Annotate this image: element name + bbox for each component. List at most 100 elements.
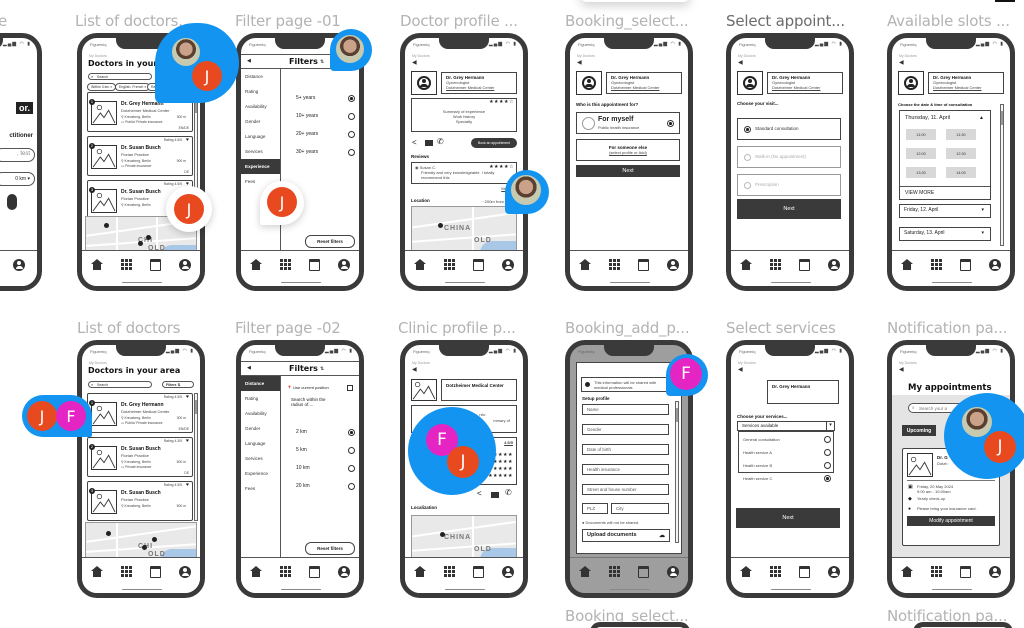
visit-radio[interactable] (744, 126, 751, 133)
filter-category-language[interactable]: Language (241, 129, 280, 144)
apps-grid-icon[interactable] (121, 259, 132, 270)
breadcrumb[interactable]: My Doctors (89, 54, 107, 58)
home-icon[interactable] (91, 259, 103, 270)
collaborator-cursor-J[interactable]: J (447, 446, 479, 478)
service-option-radio[interactable] (824, 449, 831, 456)
service-option-radio[interactable] (824, 475, 831, 482)
time-slot[interactable]: 13:30 (906, 167, 936, 178)
calendar-icon[interactable] (473, 566, 484, 578)
map-pin[interactable] (142, 545, 147, 550)
back-icon[interactable]: ◀ (412, 366, 417, 373)
filter-option-label[interactable]: 2 km (296, 429, 307, 435)
collaborator-cursor-J[interactable]: J (267, 187, 297, 217)
apps-grid-icon[interactable] (444, 566, 455, 577)
text-input[interactable]: , test (0, 148, 35, 162)
filter-option-label[interactable]: 10 km (296, 465, 310, 471)
option-for-myself[interactable]: For myself Public health insurance (576, 112, 680, 134)
calendar-icon[interactable] (638, 259, 649, 271)
profile-icon[interactable] (338, 566, 350, 578)
back-icon[interactable]: ◀ (247, 365, 251, 371)
filter-option-label[interactable]: 10+ years (296, 113, 318, 119)
service-option-label[interactable]: Health service A (743, 450, 772, 455)
collaborator-avatar-photo[interactable] (334, 33, 366, 65)
modify-appointment-button[interactable]: Modify appointment (907, 516, 995, 526)
frame-label[interactable]: Doctor profile ... (400, 12, 518, 30)
use-current-position[interactable]: 📍 Use current position (287, 385, 329, 390)
phone-available-slots[interactable]: Figuemiq ▂▄▆ ◠ ▮ My Doctors ◀ Dr. Grey H… (887, 33, 1015, 291)
profile-input[interactable]: Date of birth (582, 444, 669, 455)
profile-icon[interactable] (502, 259, 514, 271)
home-icon[interactable] (414, 259, 426, 270)
services-dropdown[interactable]: Services available ▾ (737, 421, 835, 431)
time-slot[interactable]: 12:30 (946, 148, 976, 159)
calendar-icon[interactable] (150, 566, 161, 578)
apps-grid-icon[interactable] (931, 566, 942, 577)
phone-icon[interactable]: ✆ (437, 137, 444, 146)
calendar-icon[interactable] (799, 566, 810, 578)
phone-filter-page-02[interactable]: Figuemiq ▂▄▆ ◠ ▮ ◀ Filters ⇅ Distance Rat… (236, 340, 364, 598)
profile-input[interactable]: Gender (582, 424, 669, 435)
time-slot[interactable]: 12:00 (906, 148, 936, 159)
profile-icon[interactable] (989, 566, 1001, 578)
filter-category-language[interactable]: Language (241, 436, 280, 451)
apps-grid-icon[interactable] (121, 566, 132, 577)
service-option-label[interactable]: Health service C (743, 476, 772, 481)
next-button[interactable]: Next (737, 199, 841, 219)
time-slot[interactable]: 14:00 (946, 167, 976, 178)
breadcrumb[interactable]: My Doctors (899, 54, 917, 58)
next-button[interactable]: Next (576, 165, 680, 177)
collaborator-cursor-J[interactable]: J (984, 431, 1016, 463)
calendar-icon[interactable] (473, 259, 484, 271)
visit-option[interactable]: Walk-in (No appointment) (737, 146, 841, 168)
clinic-link[interactable]: Dotzheimer Medical Center (772, 85, 838, 90)
frame-label[interactable]: Booking_add_p... (565, 319, 690, 337)
filter-option-label[interactable]: 20 km (296, 483, 310, 489)
home-icon[interactable] (414, 566, 426, 577)
filter-option-radio[interactable] (348, 483, 355, 490)
reset-filters-button[interactable]: Reset filters (305, 542, 355, 555)
frame-label-active[interactable]: Select appoint... (726, 12, 845, 30)
clinic-link[interactable]: Dotzheimer Medical Center (446, 85, 512, 90)
phone-icon[interactable]: ✆ (505, 488, 512, 497)
location-pin-icon[interactable] (440, 532, 445, 537)
message-icon[interactable] (425, 140, 433, 146)
filter-category-availability[interactable]: Availability (241, 99, 280, 114)
collaborator-avatar-photo[interactable] (509, 173, 543, 207)
filter-chip[interactable]: English, French × (115, 83, 151, 91)
filter-category-availability[interactable]: Availability (241, 406, 280, 421)
filter-category-distance[interactable]: Distance (241, 376, 280, 391)
profile-icon[interactable] (828, 566, 840, 578)
profile-icon[interactable] (338, 259, 350, 271)
service-option-radio[interactable] (824, 436, 831, 443)
collaborator-cursor-F[interactable]: F (56, 401, 86, 431)
back-icon[interactable]: ◀ (738, 59, 743, 66)
share-icon[interactable]: < (412, 138, 417, 147)
apps-grid-icon[interactable] (280, 259, 291, 270)
profile-icon[interactable] (179, 259, 191, 271)
phone-partial-left[interactable]: ▂▄▆ ◠ ▮ or. ctitioner , test 0 km ▾ (0, 33, 42, 291)
doctor-name[interactable]: Dr. Susan Busch (121, 490, 161, 496)
visit-option[interactable]: Standard consultation (737, 118, 841, 140)
filter-category-distance[interactable]: Distance (241, 69, 280, 84)
clinic-link[interactable]: Dotzheimer Medical Center (611, 85, 677, 90)
distance-select[interactable]: 0 km ▾ (0, 172, 35, 186)
collaborator-cursor-F[interactable]: F (670, 358, 702, 390)
filter-category-services[interactable]: Services (241, 451, 280, 466)
phone-select-appointment[interactable]: Figuemiq ▂▄▆ ◠ ▮ My Doctors ◀ Dr. Grey H… (726, 33, 854, 291)
option-someone-else[interactable]: For someone else (select profile or Add) (576, 139, 680, 161)
filter-category-gender[interactable]: Gender (241, 421, 280, 436)
filter-category-rating[interactable]: Rating (241, 391, 280, 406)
day-accordion[interactable]: Friday, 12. April ▾ (899, 204, 991, 218)
apps-grid-icon[interactable] (770, 566, 781, 577)
scrollbar[interactable] (675, 401, 679, 543)
location-pin-icon[interactable] (438, 223, 443, 228)
map-pin[interactable] (106, 531, 111, 536)
doctor-name[interactable]: Dr. Susan Busch (121, 145, 161, 151)
home-icon[interactable] (901, 259, 913, 270)
doctor-card[interactable]: 2 Rating 4.3/5 ♥ Dr. Susan Busch Florian Pra… (87, 437, 193, 477)
city-input[interactable]: City (611, 503, 669, 514)
breadcrumb[interactable]: My Doctors (412, 54, 430, 58)
calendar-icon[interactable] (150, 259, 161, 271)
search-input[interactable]: Search ⌕ (88, 73, 152, 80)
book-appointment-button[interactable]: Book an appointment (471, 138, 517, 148)
